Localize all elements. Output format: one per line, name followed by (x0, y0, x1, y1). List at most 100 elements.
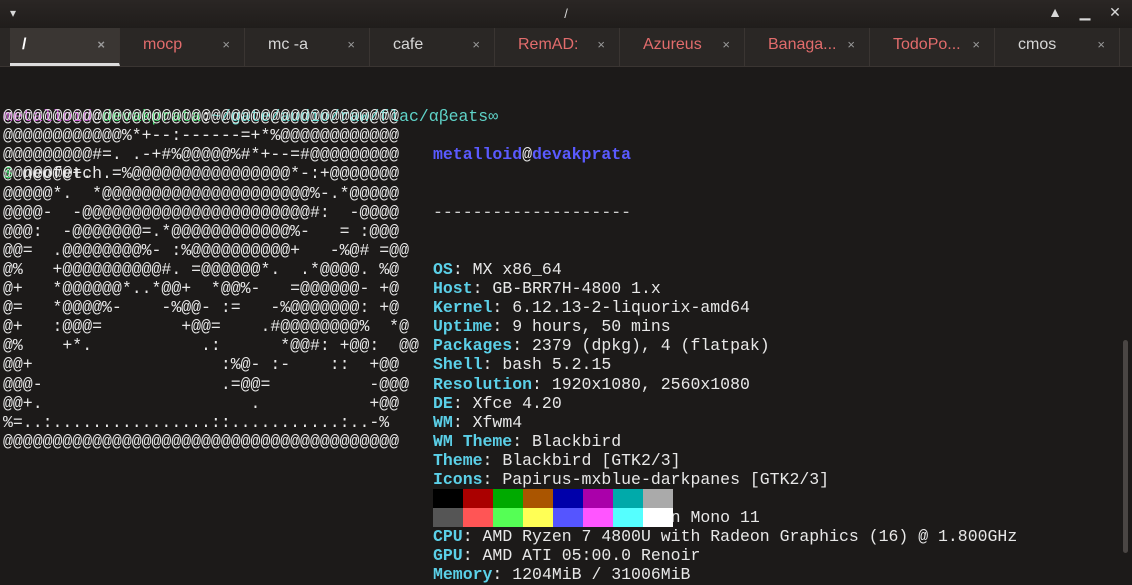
info-value: GB-BRR7H-4800 1.x (492, 279, 661, 299)
palette-row-normal (433, 488, 673, 508)
tab-8[interactable]: cmos × (995, 28, 1120, 66)
tab-bar: / × mocp × mc -a × cafe × RemAD: × Azureus × Banaga.… (0, 28, 1132, 67)
tab-0[interactable]: / × (10, 28, 120, 66)
color-swatch (643, 507, 673, 527)
tab-1[interactable]: mocp × (120, 28, 245, 66)
info-colon: : (452, 259, 473, 279)
minimize-icon[interactable]: ▁ (1076, 4, 1094, 21)
window-controls: ▲ ▁ ✕ (1046, 4, 1124, 21)
palette-row-bright (433, 507, 673, 527)
info-colon: : (492, 317, 513, 337)
tab-close-icon[interactable]: × (847, 28, 855, 62)
info-key: CPU (433, 527, 463, 547)
tab-close-icon[interactable]: × (597, 28, 605, 62)
tab-close-icon[interactable]: × (347, 28, 355, 62)
terminal-view[interactable]: metalloid@devakprata:~/gate/audio/raw/fl… (3, 69, 1115, 584)
info-key: Resolution (433, 374, 533, 394)
info-row: Shell: bash 5.2.15 (433, 355, 1017, 374)
tab-2[interactable]: mc -a × (245, 28, 370, 66)
tab-5[interactable]: Azureus × (620, 28, 745, 66)
tab-close-icon[interactable]: × (97, 28, 105, 62)
tab-label: Banaga... (768, 36, 837, 53)
info-key: Uptime (433, 317, 493, 337)
info-key: Host (433, 279, 473, 299)
info-colon: : (532, 374, 552, 394)
info-row: Packages: 2379 (dpkg), 4 (flatpak) (433, 336, 1017, 355)
info-key: OS (433, 259, 453, 279)
ascii-logo-row: @@+ :%@- :- :: +@@ (3, 355, 400, 375)
ascii-logo-row: %=..:................::...........:..-% (3, 412, 390, 432)
tab-close-icon[interactable]: × (972, 28, 980, 62)
info-colon: : (462, 527, 483, 547)
info-value: bash 5.2.15 (502, 355, 612, 375)
info-colon: : (462, 546, 483, 566)
info-header: metalloid@devakprata (433, 145, 1017, 164)
color-swatch (583, 507, 613, 527)
info-value: 2379 (dpkg), 4 (flatpak) (532, 336, 770, 356)
info-key: GPU (433, 546, 463, 566)
info-row: Uptime: 9 hours, 50 mins (433, 317, 1017, 336)
info-value: AMD Ryzen 7 4800U with Radeon Graphics (… (482, 527, 1018, 547)
info-row: OS: MX x86_64 (433, 260, 1017, 279)
tab-3[interactable]: cafe × (370, 28, 495, 66)
color-swatch (613, 507, 643, 527)
info-colon: : (482, 450, 503, 470)
color-swatch (553, 507, 583, 527)
tab-label: cmos (1018, 36, 1057, 53)
ascii-logo-row: @@@: -@@@@@@@=.*@@@@@@@@@@@@%- = :@@@ (3, 221, 400, 241)
tab-6[interactable]: Banaga... × (745, 28, 870, 66)
info-row: CPU: AMD Ryzen 7 4800U with Radeon Graph… (433, 527, 1017, 546)
tab-label: / (22, 36, 27, 53)
info-value: Papirus-mxblue-darkpanes [GTK2/3] (502, 469, 830, 489)
maximize-icon[interactable]: ▲ (1046, 4, 1064, 21)
info-value: Xfce 4.20 (472, 393, 562, 413)
info-colon: : (492, 298, 513, 318)
ascii-logo-row: @@+. . +@@ (3, 393, 400, 413)
info-key: Memory (433, 565, 493, 585)
tab-4[interactable]: RemAD: × (495, 28, 620, 66)
info-key: Packages (433, 336, 513, 356)
info-colon: : (512, 431, 533, 451)
color-swatch (643, 488, 673, 508)
info-value: 1920x1080, 2560x1080 (551, 374, 750, 394)
ascii-logo-row: @% +@@@@@@@@@@#. =@@@@@@*. .*@@@@. %@ (3, 259, 400, 279)
info-value: 1204MiB / 31006MiB (512, 565, 691, 585)
tab-7[interactable]: TodoPo... × (870, 28, 995, 66)
info-colon: : (512, 336, 533, 356)
info-row: Kernel: 6.12.13-2-liquorix-amd64 (433, 298, 1017, 317)
close-icon[interactable]: ✕ (1106, 4, 1124, 21)
info-colon: : (482, 355, 503, 375)
color-swatch (583, 488, 613, 508)
tab-close-icon[interactable]: × (222, 28, 230, 62)
color-swatch (433, 507, 463, 527)
ascii-logo-row: @@@@- -@@@@@@@@@@@@@@@@@@@@@@@#: -@@@@ (3, 202, 400, 222)
info-value: 9 hours, 50 mins (512, 317, 671, 337)
tab-label: cafe (393, 36, 424, 53)
color-swatch (463, 488, 493, 508)
info-value: Blackbird [GTK2/3] (502, 450, 681, 470)
info-key: Shell (433, 355, 483, 375)
window-title: / (564, 6, 568, 21)
info-value: Blackbird (532, 431, 622, 451)
color-swatch (613, 488, 643, 508)
scrollbar-thumb[interactable] (1123, 340, 1128, 553)
ascii-logo-row: @@= .@@@@@@@@%- :%@@@@@@@@@@+ -%@# =@@ (3, 240, 409, 260)
tab-close-icon[interactable]: × (472, 28, 480, 62)
color-swatch (493, 507, 523, 527)
ascii-logo-row: @@@@@*. *@@@@@@@@@@@@@@@@@@@@@%-.*@@@@@ (3, 183, 400, 203)
info-key: Icons (433, 469, 483, 489)
info-row: DE: Xfce 4.20 (433, 394, 1017, 413)
info-colon: : (452, 412, 473, 432)
ascii-logo-row: @= *@@@@%- -%@@- := -%@@@@@@@: +@ (3, 298, 400, 318)
tab-label: TodoPo... (893, 36, 961, 53)
info-row: Host: GB-BRR7H-4800 1.x (433, 279, 1017, 298)
tab-close-icon[interactable]: × (722, 28, 730, 62)
info-row: Memory: 1204MiB / 31006MiB (433, 565, 1017, 584)
info-at: @ (522, 145, 533, 165)
info-key: DE (433, 393, 453, 413)
tab-close-icon[interactable]: × (1097, 28, 1105, 62)
info-row: Resolution: 1920x1080, 2560x1080 (433, 375, 1017, 394)
info-colon: : (472, 279, 493, 299)
color-swatch (463, 507, 493, 527)
info-value: AMD ATI 05:00.0 Renoir (482, 546, 701, 566)
